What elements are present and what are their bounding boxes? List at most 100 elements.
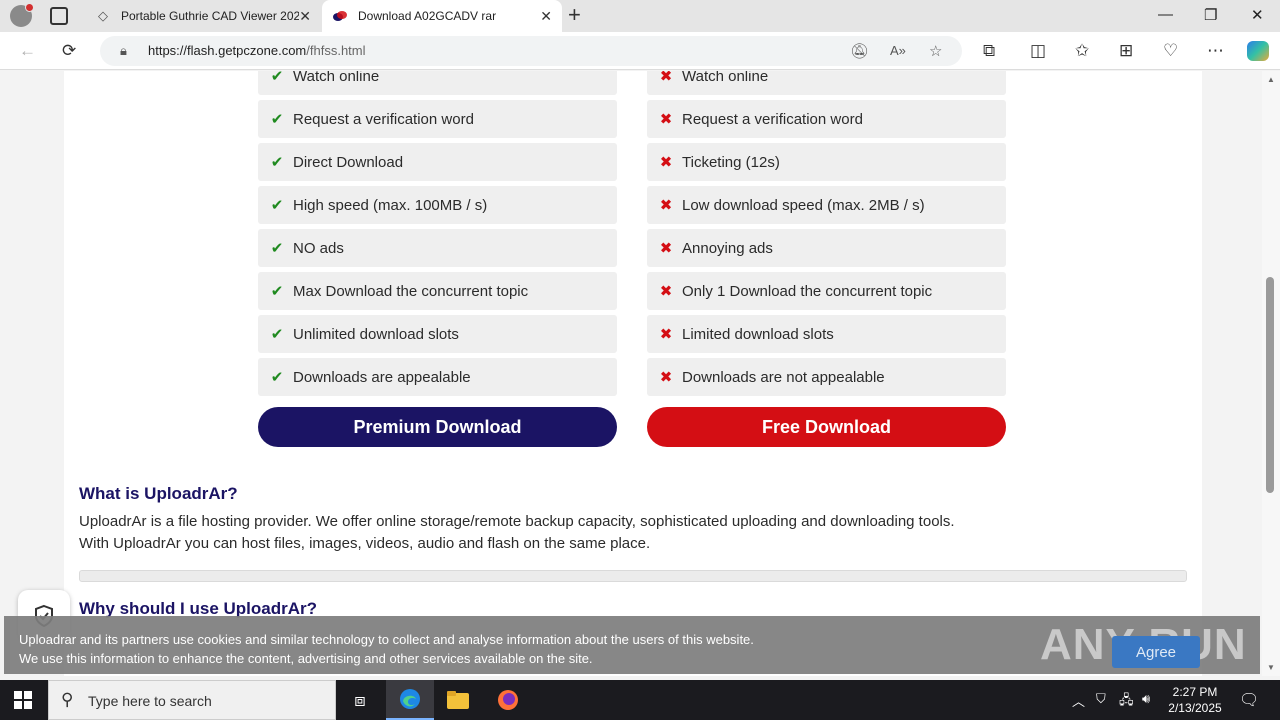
edge-browser-icon[interactable] <box>386 680 434 720</box>
premium-feature-label: Watch online <box>293 71 380 85</box>
premium-feature-row: ✔ High speed (max. 100MB / s) <box>258 186 617 224</box>
notifications-icon[interactable]: 🗨︎ <box>1239 690 1259 710</box>
premium-feature-row: ✔ Max Download the concurrent topic <box>258 272 617 310</box>
tab-title: Portable Guthrie CAD Viewer 2024 <box>121 9 299 23</box>
agree-button[interactable]: Agree <box>1112 636 1200 668</box>
windows-start-icon[interactable] <box>14 691 32 709</box>
task-view-icon[interactable]: ⧈ <box>336 680 384 720</box>
volume-icon[interactable]: 🔊︎ <box>1142 691 1150 707</box>
cross-icon: ✖ <box>659 283 673 300</box>
free-feature-row: ✖ Watch online <box>647 71 1006 95</box>
split-screen-icon[interactable]: ◫ <box>1030 41 1046 61</box>
check-icon: ✔ <box>270 154 284 171</box>
search-placeholder: Type here to search <box>88 693 212 709</box>
what-is-line-2: With UploadrAr you can host files, image… <box>79 535 651 552</box>
back-icon[interactable]: ← <box>19 41 36 61</box>
check-icon: ✔ <box>270 240 284 257</box>
premium-feature-label: NO ads <box>293 239 344 257</box>
web-page: Premium Download Free Download What is U… <box>0 71 1262 676</box>
scroll-up-icon[interactable]: ▲ <box>1267 75 1275 84</box>
tab-actions-icon[interactable] <box>50 7 68 25</box>
browser-essentials-icon[interactable]: ♡ <box>1163 41 1178 61</box>
check-icon: ✔ <box>270 326 284 343</box>
cookie-banner: ANY RUN Uploadrar and its partners use c… <box>4 616 1260 674</box>
free-feature-label: Ticketing (12s) <box>682 153 780 171</box>
minimize-button[interactable]: — <box>1158 6 1173 23</box>
premium-feature-label: Downloads are appealable <box>293 368 471 386</box>
extensions-icon[interactable]: ⧉ <box>983 41 995 61</box>
more-options-icon[interactable]: ⋯ <box>1207 41 1224 61</box>
tray-app-icon[interactable]: ⛉ <box>1096 691 1106 707</box>
network-icon[interactable]: 🖧︎ <box>1119 691 1134 713</box>
cross-icon: ✖ <box>659 369 673 386</box>
tab-strip: ◇ Portable Guthrie CAD Viewer 2024 ✕ Dow… <box>0 0 1280 32</box>
tab-download-a02gcadv[interactable]: Download A02GCADV rar ✕ <box>322 0 562 32</box>
tab-title: Download A02GCADV rar <box>358 9 497 23</box>
tab-guthrie-cad[interactable]: ◇ Portable Guthrie CAD Viewer 2024 ✕ <box>85 0 321 32</box>
system-clock[interactable]: 2:27 PM 2/13/2025 <box>1160 684 1230 716</box>
close-window-button[interactable]: ✕ <box>1251 6 1264 24</box>
premium-feature-label: High speed (max. 100MB / s) <box>293 196 488 214</box>
free-feature-row: ✖ Only 1 Download the concurrent topic <box>647 272 1006 310</box>
what-is-line-1: UploadrAr is a file hosting provider. We… <box>79 513 955 530</box>
clock-time: 2:27 PM <box>1172 685 1218 699</box>
free-feature-row: ✖ Low download speed (max. 2MB / s) <box>647 186 1006 224</box>
free-feature-row: ✖ Downloads are not appealable <box>647 358 1006 396</box>
reload-icon[interactable]: ⟳ <box>62 41 76 61</box>
premium-feature-row: ✔ Downloads are appealable <box>258 358 617 396</box>
premium-download-button[interactable]: Premium Download <box>258 407 617 447</box>
what-is-paragraph: UploadrAr is a file hosting provider. We… <box>79 511 955 555</box>
premium-feature-label: Request a verification word <box>293 110 474 128</box>
vertical-scrollbar[interactable]: ▲ ▼ <box>1262 71 1280 676</box>
profile-avatar-icon[interactable] <box>10 3 34 27</box>
cross-icon: ✖ <box>659 197 673 214</box>
address-bar[interactable]: 🔒︎ https://flash.getpczone.com/fhfss.htm… <box>100 36 962 66</box>
notifications-blocked-icon[interactable]: 🔕︎ <box>850 42 869 60</box>
check-icon: ✔ <box>270 197 284 214</box>
search-icon: ⚲ <box>61 690 74 709</box>
free-feature-label: Low download speed (max. 2MB / s) <box>682 196 925 214</box>
cross-icon: ✖ <box>659 71 673 85</box>
favorite-star-icon[interactable]: ☆ <box>929 42 942 60</box>
copilot-icon[interactable] <box>1247 41 1269 61</box>
premium-feature-label: Direct Download <box>293 153 404 171</box>
free-download-button[interactable]: Free Download <box>647 407 1006 447</box>
scrollbar-thumb[interactable] <box>1266 277 1274 493</box>
site-logo-icon <box>332 8 348 24</box>
premium-feature-row: ✔ Unlimited download slots <box>258 315 617 353</box>
taskbar-search-box[interactable]: ⚲ Type here to search <box>48 680 336 720</box>
lock-icon[interactable]: 🔒︎ <box>120 43 127 59</box>
clock-date: 2/13/2025 <box>1168 701 1222 715</box>
read-aloud-icon[interactable]: A» <box>890 43 906 58</box>
what-is-heading: What is UploadrAr? <box>79 484 238 503</box>
close-tab-icon[interactable]: ✕ <box>299 8 311 24</box>
new-tab-button[interactable]: + <box>568 4 581 26</box>
premium-feature-row: ✔ Request a verification word <box>258 100 617 138</box>
scroll-down-icon[interactable]: ▼ <box>1267 663 1275 672</box>
windows-taskbar: ⚲ Type here to search ⧈ ︿ ⛉ 🖧︎ 🔊︎ 2:27 P… <box>0 680 1280 720</box>
free-feature-row: ✖ Request a verification word <box>647 100 1006 138</box>
free-feature-label: Downloads are not appealable <box>682 368 885 386</box>
cross-icon: ✖ <box>659 111 673 128</box>
diamond-icon: ◇ <box>98 8 108 23</box>
close-tab-icon[interactable]: ✕ <box>540 8 552 24</box>
free-feature-label: Limited download slots <box>682 325 834 343</box>
url-text[interactable]: https://flash.getpczone.com/fhfss.html <box>148 43 366 58</box>
premium-feature-row: ✔ NO ads <box>258 229 617 267</box>
cross-icon: ✖ <box>659 326 673 343</box>
check-icon: ✔ <box>270 369 284 386</box>
favorites-icon[interactable]: ✩ <box>1075 41 1089 61</box>
check-icon: ✔ <box>270 71 284 85</box>
check-icon: ✔ <box>270 283 284 300</box>
check-icon: ✔ <box>270 111 284 128</box>
collections-icon[interactable]: ⊞ <box>1119 41 1133 61</box>
tray-chevron-up-icon[interactable]: ︿ <box>1072 691 1085 710</box>
restore-button[interactable]: ❐ <box>1204 6 1217 24</box>
free-feature-label: Request a verification word <box>682 110 863 128</box>
browser-toolbar: ← ⟳ 🔒︎ https://flash.getpczone.com/fhfss… <box>0 32 1280 70</box>
file-explorer-icon[interactable] <box>434 680 482 720</box>
firefox-icon[interactable] <box>484 680 532 720</box>
premium-feature-label: Unlimited download slots <box>293 325 459 343</box>
cross-icon: ✖ <box>659 154 673 171</box>
free-feature-label: Watch online <box>682 71 769 85</box>
